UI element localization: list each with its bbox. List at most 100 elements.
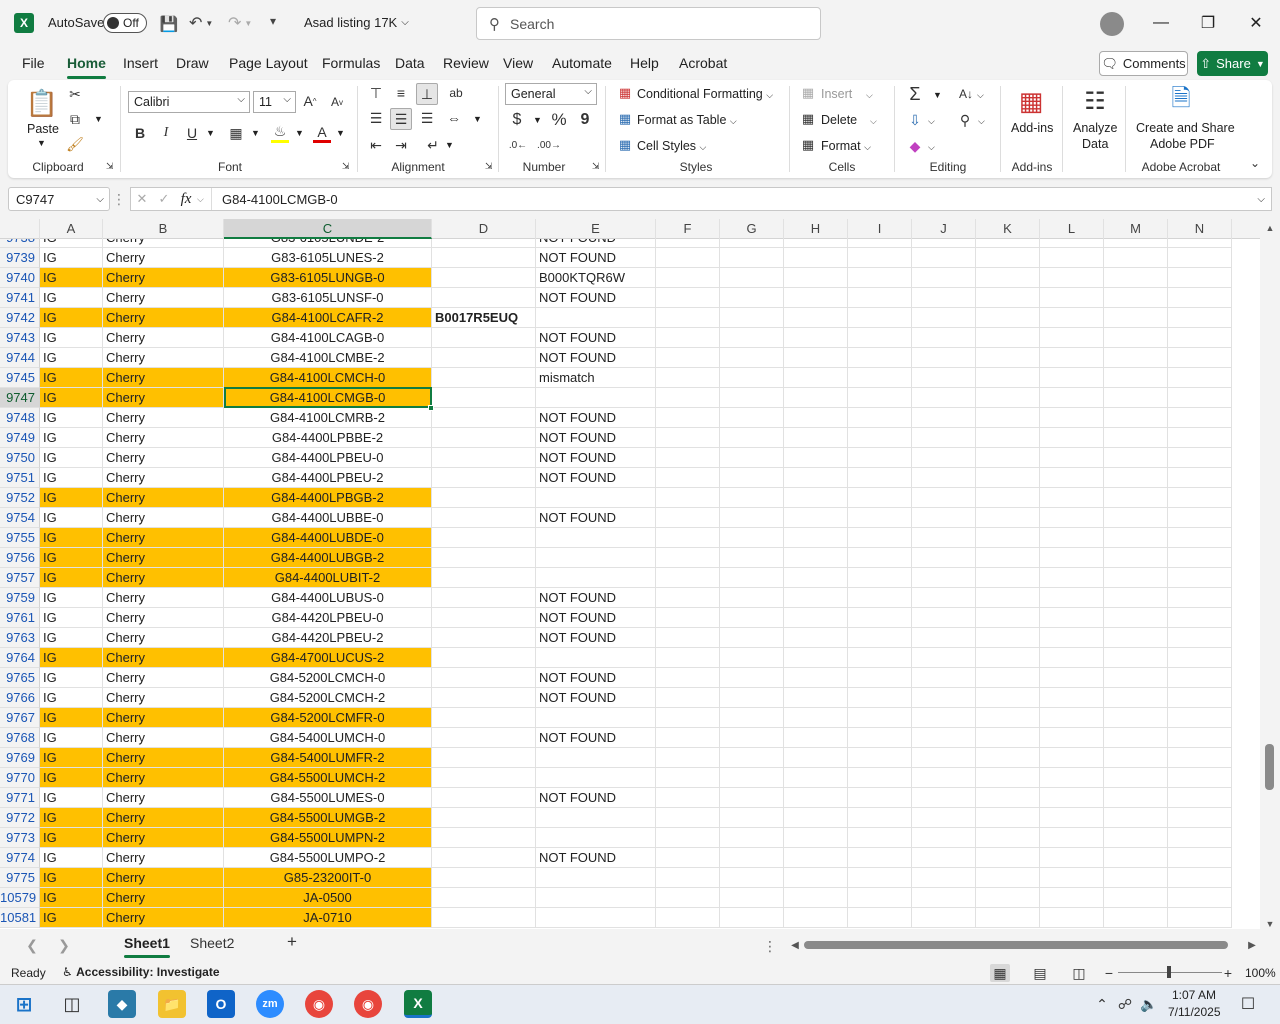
cell-b[interactable]: Cherry xyxy=(103,688,224,708)
cell-a[interactable]: IG xyxy=(40,668,103,688)
cell-e[interactable]: NOT FOUND xyxy=(536,628,656,648)
empty-cell[interactable] xyxy=(912,548,976,568)
empty-cell[interactable] xyxy=(656,468,720,488)
cut-icon[interactable]: ✂ xyxy=(66,85,84,103)
formula-bar[interactable]: ✕ ✓ fx ⌵ G84-4100LCMGB-0 ⌵ xyxy=(130,187,1272,211)
cell-e[interactable]: NOT FOUND xyxy=(536,688,656,708)
empty-cell[interactable] xyxy=(912,808,976,828)
cell-e[interactable] xyxy=(536,488,656,508)
empty-cell[interactable] xyxy=(784,608,848,628)
empty-cell[interactable] xyxy=(656,568,720,588)
cell-c[interactable]: G84-5500LUMCH-2 xyxy=(224,768,432,788)
cell-e[interactable]: NOT FOUND xyxy=(536,248,656,268)
cell-c[interactable]: JA-0710 xyxy=(224,908,432,928)
empty-cell[interactable] xyxy=(848,239,912,248)
cell-c[interactable]: G83-6105LUNES-2 xyxy=(224,248,432,268)
empty-cell[interactable] xyxy=(656,288,720,308)
empty-cell[interactable] xyxy=(656,328,720,348)
cell-d[interactable] xyxy=(432,588,536,608)
empty-cell[interactable] xyxy=(848,668,912,688)
cell-d[interactable] xyxy=(432,548,536,568)
autosum-dropdown-icon[interactable]: ▼ xyxy=(933,90,942,100)
document-title[interactable]: Asad listing 17K ⌵ xyxy=(304,15,409,30)
empty-cell[interactable] xyxy=(1040,448,1104,468)
empty-cell[interactable] xyxy=(1040,708,1104,728)
empty-cell[interactable] xyxy=(1040,268,1104,288)
cell-b[interactable]: Cherry xyxy=(103,628,224,648)
empty-cell[interactable] xyxy=(656,268,720,288)
empty-cell[interactable] xyxy=(1104,908,1168,928)
cell-e[interactable] xyxy=(536,908,656,928)
merge-center-icon[interactable]: ⇔ xyxy=(444,109,464,127)
column-header[interactable]: A xyxy=(40,219,103,239)
empty-cell[interactable] xyxy=(1168,308,1232,328)
empty-cell[interactable] xyxy=(976,508,1040,528)
cell-e[interactable] xyxy=(536,548,656,568)
empty-cell[interactable] xyxy=(1168,708,1232,728)
empty-cell[interactable] xyxy=(784,268,848,288)
empty-cell[interactable] xyxy=(1040,348,1104,368)
cell-a[interactable]: IG xyxy=(40,368,103,388)
empty-cell[interactable] xyxy=(1104,488,1168,508)
cell-e[interactable] xyxy=(536,308,656,328)
excel-taskbar-icon[interactable]: X xyxy=(404,990,432,1018)
cell-a[interactable]: IG xyxy=(40,528,103,548)
cell-d[interactable] xyxy=(432,808,536,828)
empty-cell[interactable] xyxy=(784,288,848,308)
cell-a[interactable]: IG xyxy=(40,448,103,468)
empty-cell[interactable] xyxy=(656,848,720,868)
empty-cell[interactable] xyxy=(912,368,976,388)
empty-cell[interactable] xyxy=(848,788,912,808)
empty-cell[interactable] xyxy=(784,908,848,928)
empty-cell[interactable] xyxy=(1040,788,1104,808)
menu-acrobat[interactable]: Acrobat xyxy=(679,55,727,71)
empty-cell[interactable] xyxy=(1168,328,1232,348)
empty-cell[interactable] xyxy=(720,368,784,388)
comma-button[interactable]: 9 xyxy=(578,110,592,130)
cell-a[interactable]: IG xyxy=(40,908,103,928)
chrome-profile-icon[interactable]: ◉ xyxy=(354,990,382,1018)
empty-cell[interactable] xyxy=(784,728,848,748)
row-header[interactable]: 9748 xyxy=(0,408,40,428)
empty-cell[interactable] xyxy=(848,468,912,488)
empty-cell[interactable] xyxy=(720,868,784,888)
empty-cell[interactable] xyxy=(720,588,784,608)
empty-cell[interactable] xyxy=(912,328,976,348)
cell-a[interactable]: IG xyxy=(40,428,103,448)
cell-d[interactable] xyxy=(432,668,536,688)
cell-e[interactable] xyxy=(536,828,656,848)
cell-d[interactable] xyxy=(432,488,536,508)
empty-cell[interactable] xyxy=(1040,888,1104,908)
empty-cell[interactable] xyxy=(912,788,976,808)
more-options-icon[interactable]: ⋮ xyxy=(112,190,126,208)
row-header[interactable]: 9759 xyxy=(0,588,40,608)
empty-cell[interactable] xyxy=(784,648,848,668)
cell-b[interactable]: Cherry xyxy=(103,748,224,768)
underline-button[interactable]: U xyxy=(184,124,200,142)
empty-cell[interactable] xyxy=(976,908,1040,928)
menu-help[interactable]: Help xyxy=(630,55,659,71)
cell-b[interactable]: Cherry xyxy=(103,648,224,668)
empty-cell[interactable] xyxy=(1168,368,1232,388)
redo-icon[interactable]: ↷ ▼ xyxy=(228,13,252,33)
empty-cell[interactable] xyxy=(848,548,912,568)
cell-e[interactable]: NOT FOUND xyxy=(536,408,656,428)
empty-cell[interactable] xyxy=(1104,508,1168,528)
cell-b[interactable]: Cherry xyxy=(103,428,224,448)
cell-c[interactable]: G84-4400LPBBE-2 xyxy=(224,428,432,448)
cell-e[interactable]: NOT FOUND xyxy=(536,508,656,528)
zoom-slider-thumb[interactable] xyxy=(1167,966,1171,978)
menu-data[interactable]: Data xyxy=(395,55,425,71)
empty-cell[interactable] xyxy=(720,239,784,248)
cell-a[interactable]: IG xyxy=(40,588,103,608)
fill-dropdown-icon[interactable]: ⌵ xyxy=(928,116,935,127)
empty-cell[interactable] xyxy=(720,268,784,288)
empty-cell[interactable] xyxy=(976,668,1040,688)
menu-home[interactable]: Home xyxy=(67,55,106,79)
row-header[interactable]: 10581 xyxy=(0,908,40,928)
cell-d[interactable] xyxy=(432,568,536,588)
row-header[interactable]: 9754 xyxy=(0,508,40,528)
decrease-indent-icon[interactable]: ⇤ xyxy=(366,136,386,154)
empty-cell[interactable] xyxy=(1104,388,1168,408)
empty-cell[interactable] xyxy=(720,628,784,648)
